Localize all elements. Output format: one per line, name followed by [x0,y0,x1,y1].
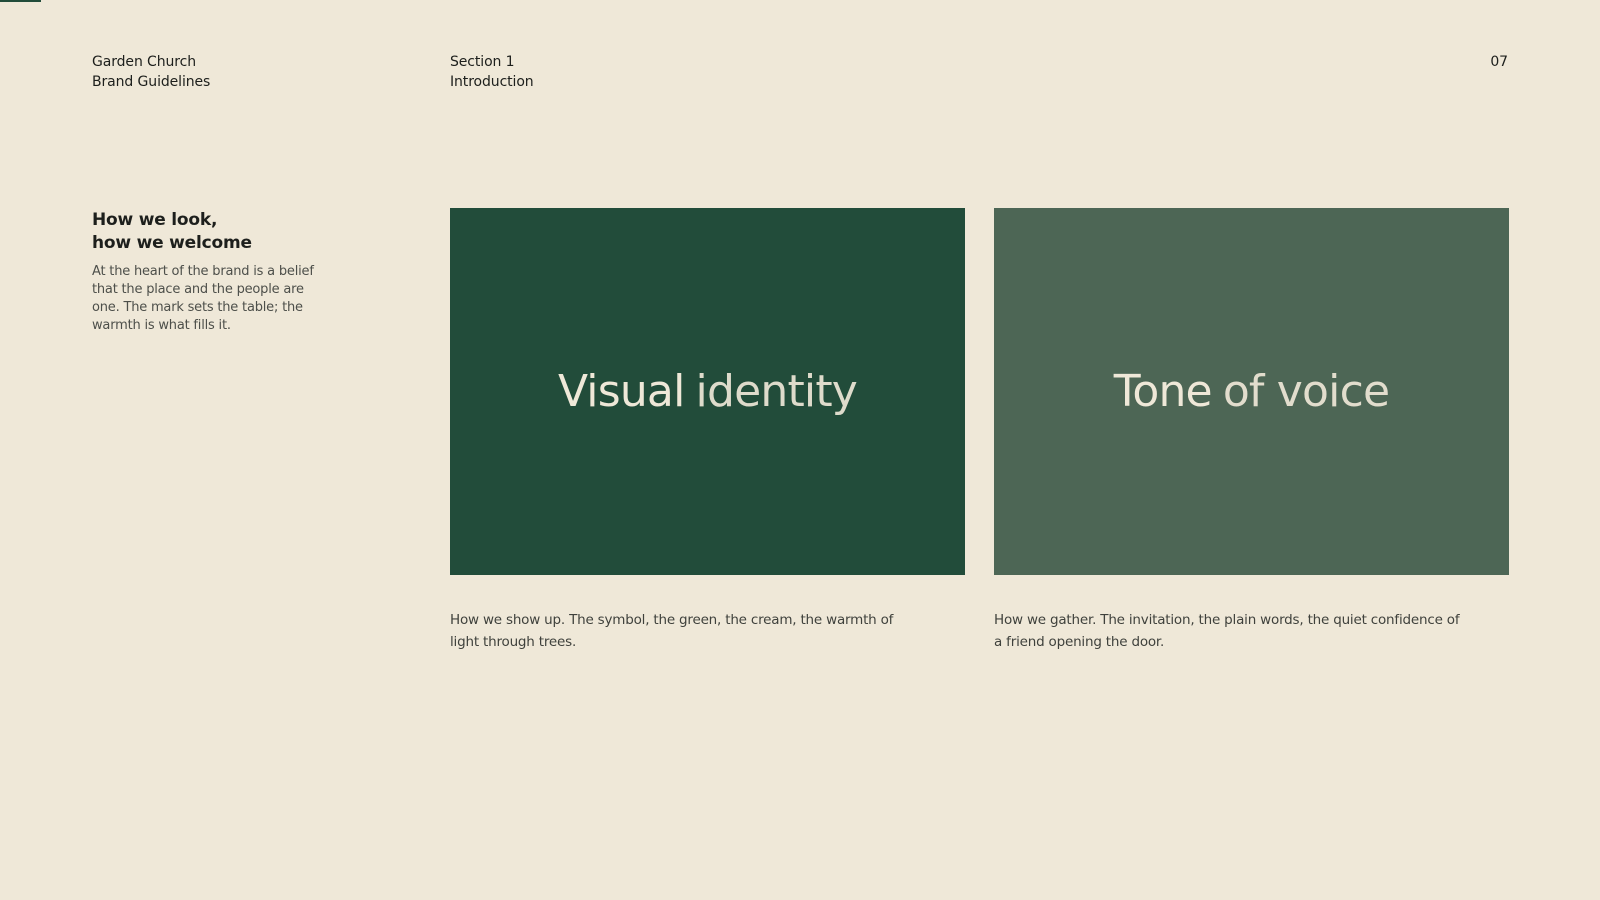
section-name: Introduction [450,73,534,90]
document-title: Garden Church Brand Guidelines [92,53,210,92]
tone-of-voice-caption: How we gather. The invitation, the plain… [994,612,1460,650]
card-title-light: identity [695,366,858,417]
page-number-text: 07 [1490,54,1508,70]
tone-of-voice-card[interactable]: Tone of voice [994,208,1509,575]
visual-identity-card[interactable]: Visual identity [450,208,965,575]
intro-heading-line-2: how we welcome [92,233,252,253]
intro-heading: How we look, how we welcome [92,209,342,255]
page-number: 07 [1490,53,1508,73]
section-number: Section 1 [450,54,515,70]
card-title-strong: Tone [1113,366,1213,417]
brand-name: Garden Church [92,54,197,70]
intro-block: How we look, how we welcome At the heart… [92,209,342,335]
section-label: Section 1 Introduction [450,53,534,92]
visual-identity-caption: How we show up. The symbol, the green, t… [450,612,894,650]
intro-body: At the heart of the brand is a belief th… [92,264,314,333]
card-title-strong: Visual [557,366,685,417]
card-title-light: of voice [1222,366,1390,417]
document-name: Brand Guidelines [92,73,211,90]
progress-indicator [0,0,41,2]
intro-heading-line-1: How we look, [92,210,218,230]
